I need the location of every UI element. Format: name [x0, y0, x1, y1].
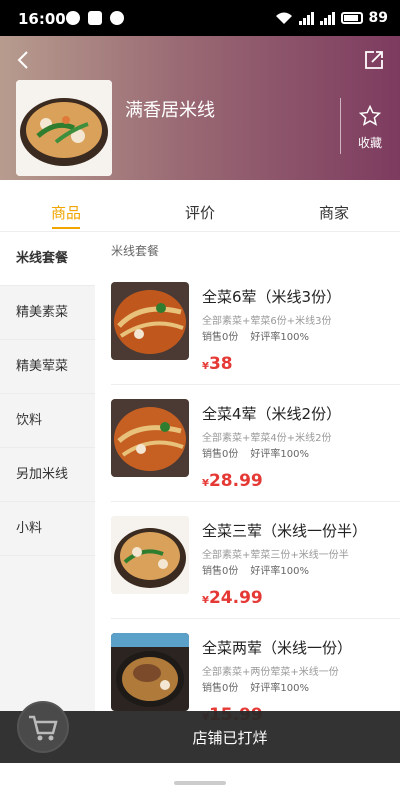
share-icon: [365, 51, 383, 69]
sidebar-item-extra-noodle[interactable]: 另加米线: [0, 448, 95, 502]
product-sales: 销售0份: [202, 449, 239, 460]
product-image: [111, 633, 189, 711]
sidebar-item-condiments[interactable]: 小料: [0, 502, 95, 556]
product-sales: 销售0份: [202, 332, 239, 343]
product-price: ¥38: [202, 354, 233, 374]
price-currency: ¥: [202, 478, 209, 489]
signal-icon: [298, 11, 314, 25]
product-name: 全菜4荤（米线2份）: [202, 405, 342, 423]
product-item[interactable]: 全菜4荤（米线2份） 全部素菜+荤菜4份+米线2份 销售0份 好评率100% ¥2…: [95, 385, 400, 502]
status-time: 16:00: [18, 10, 66, 28]
favorite-button[interactable]: 收藏: [348, 104, 392, 150]
cart-bar: 店铺已打烊: [0, 701, 400, 763]
battery-icon: [340, 12, 363, 24]
shop-closed-status: 店铺已打烊: [192, 729, 268, 747]
shop-image: [16, 80, 112, 176]
shop-name: 满香居米线: [125, 100, 215, 121]
price-currency: ¥: [202, 361, 209, 372]
product-image: [111, 399, 189, 477]
tab-indicator: [52, 227, 80, 229]
price-value: 24.99: [208, 588, 263, 608]
back-button[interactable]: [12, 48, 36, 72]
price-value: 38: [208, 354, 233, 374]
star-icon: [358, 104, 382, 126]
sidebar-item-meat[interactable]: 精美荤菜: [0, 340, 95, 394]
home-indicator[interactable]: [174, 781, 226, 785]
price-value: 28.99: [208, 471, 263, 491]
product-rating: 好评率100%: [250, 566, 309, 577]
tab-bar: 商品 评价 商家: [0, 180, 400, 232]
product-price: ¥28.99: [202, 471, 263, 491]
wifi-icon: [275, 12, 292, 24]
battery-level: 89: [368, 10, 388, 26]
tab-merchant[interactable]: 商家: [294, 180, 374, 232]
signal-icon-2: [319, 11, 335, 25]
product-image: [111, 516, 189, 594]
product-price: ¥24.99: [202, 588, 263, 608]
product-rating: 好评率100%: [250, 683, 309, 694]
tab-reviews[interactable]: 评价: [160, 180, 240, 232]
sidebar-item-rice-noodle-set[interactable]: 米线套餐: [0, 232, 95, 286]
product-description: 全部素菜+荤菜三份+米线一份半: [202, 550, 349, 561]
product-name: 全菜6荤（米线3份）: [202, 288, 342, 306]
price-currency: ¥: [202, 595, 209, 606]
chevron-left-icon: [17, 51, 28, 69]
mail-notification-icon: [88, 11, 102, 25]
product-description: 全部素菜+荤菜4份+米线2份: [202, 433, 332, 444]
product-sales: 销售0份: [202, 566, 239, 577]
chat-notification-icon: [66, 11, 80, 25]
sidebar-item-drinks[interactable]: 饮料: [0, 394, 95, 448]
product-item[interactable]: 全菜三荤（米线一份半） 全部素菜+荤菜三份+米线一份半 销售0份 好评率100% …: [95, 502, 400, 619]
sidebar-item-vegetable[interactable]: 精美素菜: [0, 286, 95, 340]
product-sales: 销售0份: [202, 683, 239, 694]
app-notification-icon: [110, 11, 124, 25]
system-nav-bar: [0, 763, 400, 800]
product-rating: 好评率100%: [250, 449, 309, 460]
shop-header: 16:00 89 满香居米线 收藏: [0, 0, 400, 180]
favorite-label: 收藏: [357, 136, 382, 150]
product-name: 全菜两荤（米线一份）: [202, 639, 353, 657]
status-bar: 16:00 89: [0, 0, 400, 36]
divider: [340, 98, 341, 154]
product-description: 全部素菜+两份荤菜+米线一份: [202, 667, 339, 678]
product-item[interactable]: 全菜6荤（米线3份） 全部素菜+荤菜6份+米线3份 销售0份 好评率100% ¥3…: [95, 268, 400, 385]
tab-products[interactable]: 商品: [26, 180, 106, 232]
share-button[interactable]: [362, 48, 386, 72]
product-rating: 好评率100%: [250, 332, 309, 343]
product-name: 全菜三荤（米线一份半）: [202, 522, 368, 540]
product-description: 全部素菜+荤菜6份+米线3份: [202, 316, 332, 327]
section-title: 米线套餐: [111, 244, 160, 258]
product-image: [111, 282, 189, 360]
